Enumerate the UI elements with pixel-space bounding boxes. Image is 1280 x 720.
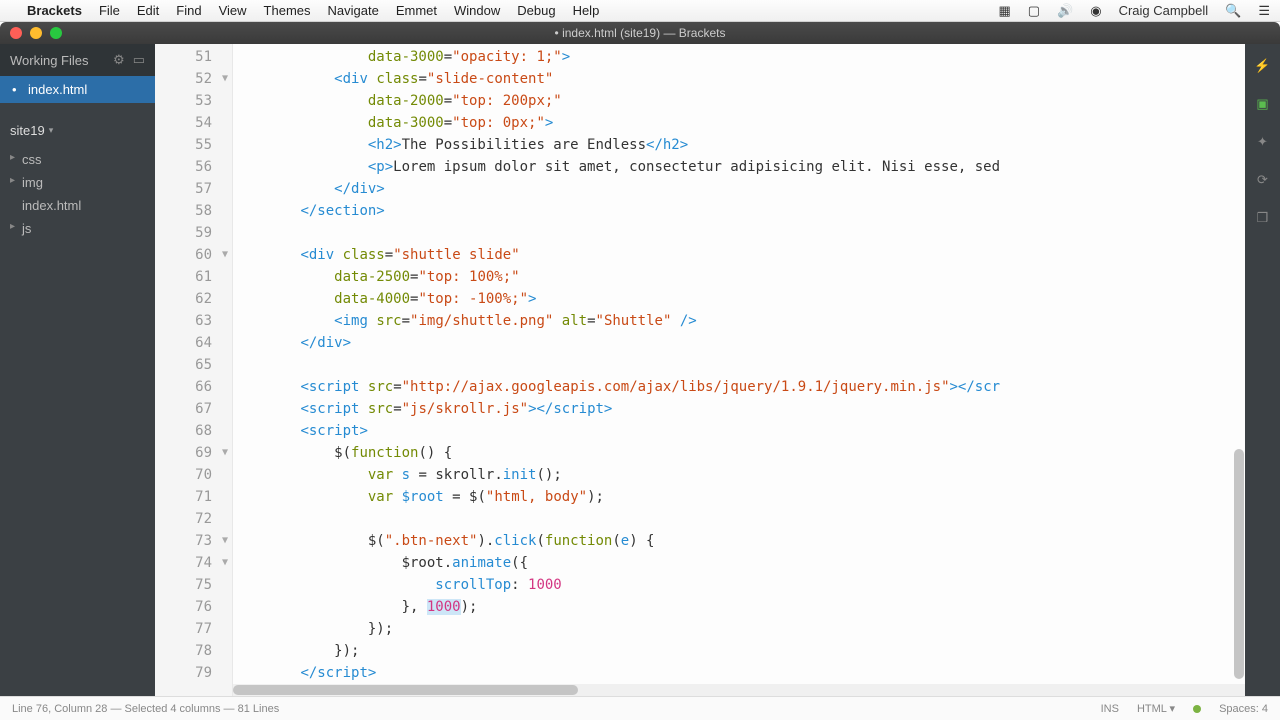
chevron-down-icon: ▾ xyxy=(49,125,54,136)
menu-help[interactable]: Help xyxy=(573,3,600,18)
extension-layers-icon[interactable]: ❒ xyxy=(1253,208,1273,228)
status-bar: Line 76, Column 28 — Selected 4 columns … xyxy=(0,696,1280,720)
menu-file[interactable]: File xyxy=(99,3,120,18)
tree-item-js[interactable]: js xyxy=(0,217,155,240)
menu-edit[interactable]: Edit xyxy=(137,3,159,18)
tree-item-css[interactable]: css xyxy=(0,148,155,171)
status-cursor-info: Line 76, Column 28 — Selected 4 columns … xyxy=(12,703,279,715)
project-name: site19 xyxy=(10,123,45,138)
film-icon[interactable]: ▦ xyxy=(998,3,1010,19)
status-language[interactable]: HTML ▾ xyxy=(1137,702,1175,715)
scrollbar-horizontal[interactable] xyxy=(233,684,1245,696)
fold-marker-icon[interactable]: ▼ xyxy=(222,530,228,552)
fold-marker-icon[interactable]: ▼ xyxy=(222,442,228,464)
spotlight-icon[interactable]: 🔍 xyxy=(1225,3,1241,19)
menu-window[interactable]: Window xyxy=(454,3,500,18)
working-file-item[interactable]: index.html xyxy=(0,76,155,103)
status-spaces[interactable]: Spaces: 4 xyxy=(1219,703,1268,715)
app-menu[interactable]: Brackets xyxy=(27,3,82,18)
gear-icon[interactable]: ⚙ xyxy=(113,52,125,68)
right-toolbar: ⚡ ▣ ✦ ⟳ ❒ xyxy=(1245,44,1280,696)
tree-item-index-html[interactable]: index.html xyxy=(0,194,155,217)
menu-debug[interactable]: Debug xyxy=(517,3,555,18)
volume-icon[interactable]: 🔊 xyxy=(1057,3,1073,19)
working-files-label: Working Files xyxy=(10,53,89,68)
extension-star-icon[interactable]: ✦ xyxy=(1253,132,1273,152)
project-dropdown[interactable]: site19 ▾ xyxy=(0,113,155,148)
sidebar: Working Files ⚙ ▭ index.html site19 ▾ cs… xyxy=(0,44,155,696)
user-name[interactable]: Craig Campbell xyxy=(1119,3,1209,18)
notifications-icon[interactable]: ☰ xyxy=(1258,3,1270,19)
fold-marker-icon[interactable]: ▼ xyxy=(222,68,228,90)
split-icon[interactable]: ▭ xyxy=(133,52,145,68)
window-titlebar: • index.html (site19) — Brackets xyxy=(0,22,1280,44)
scrollbar-vertical[interactable] xyxy=(1233,44,1245,684)
airplay-icon[interactable]: ▢ xyxy=(1028,3,1040,19)
code-area[interactable]: data-3000="opacity: 1;"> <div class="sli… xyxy=(233,44,1245,696)
extension-sync-icon[interactable]: ⟳ xyxy=(1253,170,1273,190)
menu-emmet[interactable]: Emmet xyxy=(396,3,437,18)
wifi-icon[interactable]: ◉ xyxy=(1090,3,1101,19)
menu-view[interactable]: View xyxy=(219,3,247,18)
menu-find[interactable]: Find xyxy=(176,3,201,18)
live-preview-icon[interactable]: ⚡ xyxy=(1253,56,1273,76)
status-insert-mode[interactable]: INS xyxy=(1101,703,1119,715)
fold-marker-icon[interactable]: ▼ xyxy=(222,552,228,574)
line-gutter: 5152▼5354555657585960▼616263646566676869… xyxy=(155,44,233,696)
working-files-header: Working Files ⚙ ▭ xyxy=(0,44,155,76)
menu-themes[interactable]: Themes xyxy=(264,3,311,18)
status-linting-indicator[interactable] xyxy=(1193,705,1201,713)
tree-item-img[interactable]: img xyxy=(0,171,155,194)
menu-navigate[interactable]: Navigate xyxy=(328,3,379,18)
window-title: • index.html (site19) — Brackets xyxy=(0,26,1280,40)
fold-marker-icon[interactable]: ▼ xyxy=(222,244,228,266)
macos-menubar: Brackets File Edit Find View Themes Navi… xyxy=(0,0,1280,22)
extension-lego-icon[interactable]: ▣ xyxy=(1253,94,1273,114)
code-editor[interactable]: 5152▼5354555657585960▼616263646566676869… xyxy=(155,44,1245,696)
